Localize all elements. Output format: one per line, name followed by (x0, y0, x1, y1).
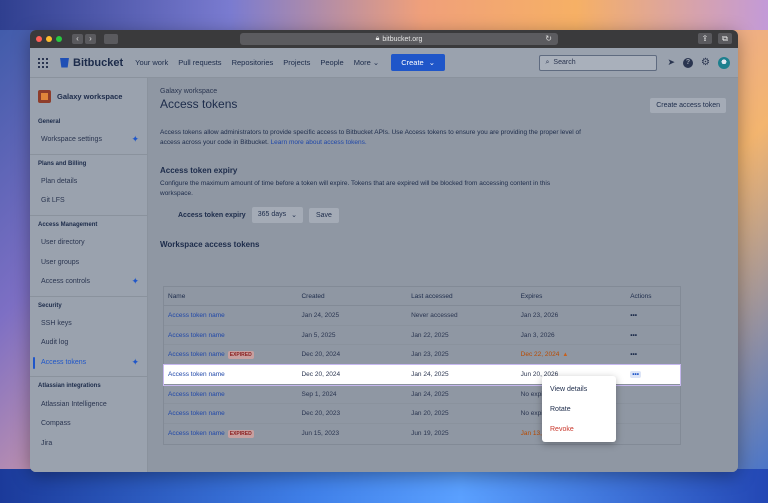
workspace-header[interactable]: Galaxy workspace (30, 90, 147, 103)
minimize-window-button[interactable] (46, 36, 52, 42)
token-name-link[interactable]: Access token name (168, 371, 225, 378)
bitbucket-logo-icon (60, 57, 69, 68)
reload-icon[interactable]: ↻ (545, 34, 552, 43)
search-input[interactable]: ⌕ Search (539, 54, 658, 71)
create-access-token-button[interactable]: Create access token (650, 98, 726, 113)
search-icon: ⌕ (545, 58, 550, 66)
section-security: Security (38, 302, 62, 309)
table-row: Access token name EXPIRED Dec 20, 2024 Ja… (164, 345, 680, 366)
token-name-link[interactable]: Access token name (168, 312, 225, 319)
section-atlassian-integrations: Atlassian integrations (38, 383, 101, 390)
sidebar-toggle-icon[interactable] (104, 34, 118, 44)
section-plans-billing: Plans and Billing (38, 160, 87, 167)
sidebar-item-user-groups[interactable]: User groups (30, 252, 147, 272)
window-controls (36, 36, 62, 42)
expiry-setting-row: Access token expiry 365 days ⌄ Save (160, 207, 726, 223)
tokens-table-heading: Workspace access tokens (160, 240, 260, 249)
sidebar-item-audit-log[interactable]: Audit log (30, 333, 147, 353)
help-icon[interactable]: ? (683, 57, 694, 68)
intro-text: Access tokens allow administrators to pr… (160, 129, 581, 146)
chevron-down-icon: ⌄ (428, 58, 435, 67)
more-actions-icon[interactable]: ••• (630, 332, 637, 339)
expiry-label: Access token expiry (178, 211, 246, 219)
nav-your-work[interactable]: Your work (135, 58, 168, 67)
browser-titlebar: ‹ › 🔒︎ bitbucket.org ↻ ⇪ ⧉ (30, 30, 738, 48)
app-switcher-icon[interactable] (38, 57, 48, 68)
ai-sparkle-icon: ✦ (131, 357, 139, 368)
settings-gear-icon[interactable]: ⚙ (701, 57, 710, 68)
token-name-link[interactable]: Access token name (168, 430, 225, 437)
table-header: Name Created Last accessed Expires Actio… (164, 287, 680, 306)
more-actions-icon[interactable]: ••• (630, 370, 642, 378)
page-title: Access tokens (160, 97, 238, 111)
token-name-link[interactable]: Access token name (168, 351, 225, 358)
token-name-link[interactable]: Access token name (168, 410, 225, 417)
sidebar-item-ssh-keys[interactable]: SSH keys (30, 314, 147, 334)
sidebar-item-workspace-settings[interactable]: Workspace settings ✦ (30, 130, 147, 150)
learn-more-link[interactable]: Learn more about access tokens. (271, 139, 367, 146)
nav-people[interactable]: People (320, 58, 343, 67)
sidebar-item-atlassian-intelligence[interactable]: Atlassian Intelligence (30, 394, 147, 414)
expiry-heading: Access token expiry (160, 166, 238, 175)
main-content: Galaxy workspace Access tokens Create ac… (148, 78, 738, 472)
warning-icon: ▲ (562, 351, 569, 358)
browser-window: ‹ › 🔒︎ bitbucket.org ↻ ⇪ ⧉ Bitbucket You… (30, 30, 738, 472)
tabs-overview-icon[interactable]: ⧉ (718, 33, 732, 44)
expired-badge: EXPIRED (227, 350, 254, 359)
url-text: bitbucket.org (382, 35, 423, 43)
top-navigation: Bitbucket Your work Pull requests Reposi… (30, 48, 738, 78)
workspace-icon (38, 90, 51, 103)
token-name-link[interactable]: Access token name (168, 391, 225, 398)
notifications-icon[interactable]: ➤ (667, 57, 675, 68)
desktop-wallpaper-top (0, 0, 768, 30)
expiry-description: Configure the maximum amount of time bef… (160, 180, 551, 197)
nav-repositories[interactable]: Repositories (232, 58, 274, 67)
actions-dropdown-menu: View details Rotate Revoke (542, 376, 616, 442)
forward-icon[interactable]: › (85, 34, 96, 44)
close-window-button[interactable] (36, 36, 42, 42)
section-access-management: Access Management (38, 221, 98, 228)
ai-sparkle-icon: ✦ (131, 276, 139, 287)
breadcrumb[interactable]: Galaxy workspace (160, 88, 726, 95)
more-actions-icon[interactable]: ••• (630, 351, 637, 358)
sidebar-item-access-controls[interactable]: Access controls ✦ (30, 272, 147, 292)
save-button[interactable]: Save (309, 207, 339, 223)
chevron-down-icon: ⌄ (372, 58, 380, 67)
nav-more[interactable]: More ⌄ (354, 58, 379, 67)
nav-pull-requests[interactable]: Pull requests (178, 58, 221, 67)
menu-rotate[interactable]: Rotate (542, 399, 616, 419)
sidebar-item-user-directory[interactable]: User directory (30, 233, 147, 253)
desktop-wallpaper-bottom (0, 469, 768, 503)
back-icon[interactable]: ‹ (72, 34, 83, 44)
expired-badge: EXPIRED (227, 429, 254, 438)
address-bar[interactable]: 🔒︎ bitbucket.org ↻ (240, 33, 558, 45)
share-icon[interactable]: ⇪ (698, 33, 712, 44)
lock-icon: 🔒︎ (375, 35, 380, 42)
create-button[interactable]: Create ⌄ (391, 54, 445, 71)
sidebar-item-jira[interactable]: Jira (30, 434, 147, 454)
token-name-link[interactable]: Access token name (168, 332, 225, 339)
table-row: Access token name Jan 24, 2025 Never acc… (164, 306, 680, 326)
table-row: Access token name Jan 5, 2025 Jan 22, 20… (164, 326, 680, 346)
chevron-down-icon: ⌄ (291, 212, 297, 219)
expiry-select[interactable]: 365 days ⌄ (251, 207, 303, 223)
settings-sidebar: Galaxy workspace General Workspace setti… (30, 78, 148, 472)
sidebar-item-git-lfs[interactable]: Git LFS (30, 191, 147, 211)
ai-sparkle-icon: ✦ (131, 134, 139, 145)
sidebar-item-access-tokens[interactable]: Access tokens ✦ (30, 353, 147, 373)
user-avatar[interactable] (718, 56, 730, 69)
sidebar-item-plan-details[interactable]: Plan details (30, 172, 147, 192)
nav-projects[interactable]: Projects (283, 58, 310, 67)
zoom-window-button[interactable] (56, 36, 62, 42)
menu-view-details[interactable]: View details (542, 379, 616, 399)
more-actions-icon[interactable]: ••• (630, 312, 637, 319)
sidebar-item-compass[interactable]: Compass (30, 414, 147, 434)
menu-revoke[interactable]: Revoke (542, 419, 616, 439)
bitbucket-logo[interactable]: Bitbucket (60, 57, 123, 69)
section-general: General (38, 119, 61, 125)
